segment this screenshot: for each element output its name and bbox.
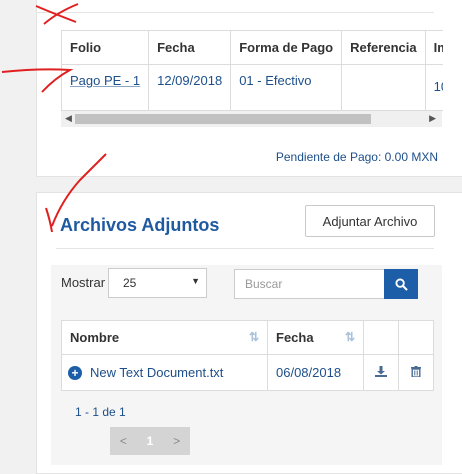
payments-table: Folio Fecha Forma de Pago Referencia Imp… [62,30,443,111]
sort-icon: ⇅ [248,330,259,344]
search-icon [394,277,408,291]
divider [56,248,434,249]
payment-folio-link[interactable]: Pago PE - 1 [70,73,140,88]
pending-payment: Pendiente de Pago: 0.00 MXN [275,150,438,164]
scroll-right-icon[interactable]: ▶ [429,113,436,124]
range-info: 1 - 1 de 1 [75,405,126,419]
column-header-folio: Folio [62,30,150,65]
attachments-title: Archivos Adjuntos [60,215,220,235]
sort-icon: ⇅ [344,330,355,344]
trash-icon[interactable] [411,366,421,378]
payment-method: 01 - Efectivo [230,64,343,111]
prev-page-button[interactable]: < [120,434,127,448]
search-input[interactable]: Buscar [234,269,385,299]
table-row: Pago PE - 1 12/09/2018 01 - Efectivo 104 [62,64,443,111]
column-header-importe: Impo [424,30,443,65]
page-size-value: 25 [123,276,137,290]
column-header-nombre[interactable]: Nombre ⇅ [61,320,268,355]
pagination: < 1 > [110,427,190,455]
next-page-button[interactable]: > [173,434,180,448]
show-label: Mostrar [61,275,106,290]
column-header-forma-pago: Forma de Pago [230,30,343,65]
table-row: + New Text Document.txt 06/08/2018 [61,354,434,391]
attachments-table: Nombre ⇅ Fecha ⇅ + New Text Document.txt … [61,320,434,391]
payment-amount: 104 [424,64,443,111]
expand-row-icon[interactable]: + [68,366,82,381]
attach-file-button[interactable]: Adjuntar Archivo [305,205,435,237]
file-date: 06/08/2018 [267,354,364,391]
current-page-button[interactable]: 1 [147,434,154,448]
column-header-fecha: Fecha [148,30,232,65]
payment-reference [341,64,426,111]
file-name: New Text Document.txt [90,364,224,380]
divider [36,12,434,13]
payment-date: 12/09/2018 [148,64,232,111]
column-header-delete [398,320,434,355]
caret-down-icon: ▼ [191,276,200,286]
column-header-download [363,320,399,355]
column-header-referencia: Referencia [341,30,426,65]
scroll-left-icon[interactable]: ◀ [65,113,72,124]
scroll-thumb[interactable] [75,114,371,124]
page-size-select[interactable]: 25 ▼ [108,268,207,298]
search-button[interactable] [384,269,418,299]
download-icon[interactable] [375,366,387,377]
column-header-fecha[interactable]: Fecha ⇅ [267,320,364,355]
horizontal-scrollbar[interactable]: ◀ ▶ [61,110,442,127]
